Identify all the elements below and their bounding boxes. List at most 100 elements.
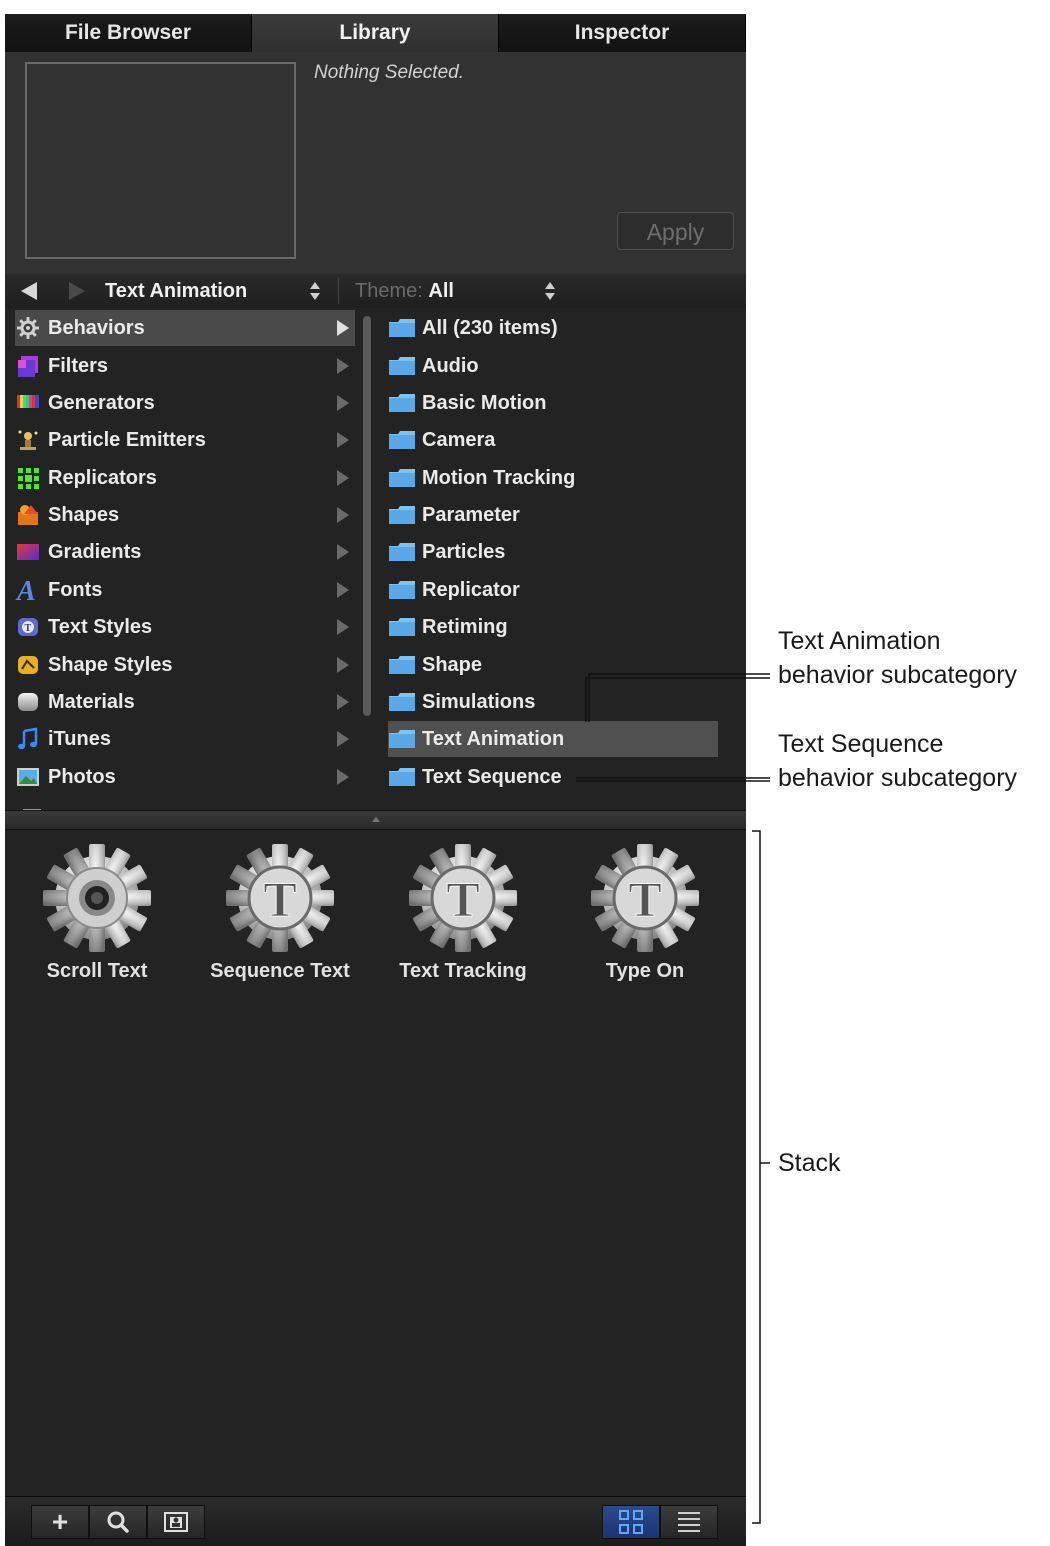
preview-toggle-button[interactable]: [147, 1505, 205, 1539]
chevron-right-icon: [336, 618, 350, 636]
category-label: Text Styles: [48, 615, 153, 638]
library-panel: File Browser Library Inspector Nothing S…: [5, 14, 746, 1546]
preview-icon: [164, 1512, 188, 1532]
category-label: Filters: [48, 354, 109, 377]
replicators-icon: [15, 465, 41, 491]
callout-stack: Stack: [778, 1149, 841, 1177]
chevron-right-icon: [336, 357, 350, 375]
subcategory-list: All (230 items) Audio Basic Motion Camer…: [383, 308, 746, 810]
subcategory-item[interactable]: Motion Tracking: [388, 460, 718, 496]
chevron-right-icon: [336, 581, 350, 599]
subcategory-item[interactable]: Text Sequence: [388, 759, 718, 795]
stack-item-text-tracking[interactable]: T Text Tracking: [371, 842, 555, 983]
category-replicators[interactable]: Replicators: [15, 460, 355, 496]
subcategory-label: All (230 items): [422, 316, 558, 339]
split-divider[interactable]: [5, 810, 746, 830]
category-label: Generators: [48, 391, 155, 414]
subcategory-label: Shape: [422, 653, 483, 676]
category-filters[interactable]: Filters: [15, 348, 355, 384]
category-shape-styles[interactable]: Shape Styles: [15, 647, 355, 683]
folder-icon: [389, 768, 415, 786]
photos-icon: [15, 764, 41, 790]
subcategory-item[interactable]: Replicator: [388, 572, 718, 608]
folder-icon: [389, 656, 415, 674]
list-view-icon: [678, 1512, 700, 1532]
subcategory-item[interactable]: Audio: [388, 348, 718, 384]
stack-item-sequence-text[interactable]: T Sequence Text: [188, 842, 372, 983]
back-arrow-icon[interactable]: [19, 280, 39, 302]
category-text-styles[interactable]: T Text Styles: [15, 609, 355, 645]
category-materials[interactable]: Materials: [15, 684, 355, 720]
category-label: Materials: [48, 690, 135, 713]
category-scrollbar[interactable]: [363, 316, 371, 716]
text-styles-icon: T: [15, 614, 41, 640]
theme-popup[interactable]: Theme: All: [355, 274, 454, 308]
category-label: Fonts: [48, 578, 103, 601]
svg-text:T: T: [25, 623, 32, 634]
category-behaviors[interactable]: Behaviors: [15, 310, 355, 346]
chevron-right-icon: [336, 506, 350, 524]
folder-icon: [389, 581, 415, 599]
callout-text-sequence: Text Sequence behavior subcategory: [778, 727, 1017, 795]
category-itunes[interactable]: iTunes: [15, 721, 355, 757]
category-popup[interactable]: Text Animation: [105, 274, 247, 308]
stack-item-label: Sequence Text: [210, 960, 350, 982]
folder-icon: [389, 618, 415, 636]
grip-icon: [372, 817, 380, 822]
category-photos[interactable]: Photos: [15, 759, 355, 795]
folder-icon: [389, 506, 415, 524]
stack: Scroll Text T Sequence Text T Text Track…: [5, 830, 746, 1496]
list-view-button[interactable]: [660, 1505, 718, 1539]
theme-label: Theme:: [355, 280, 423, 302]
folder-icon: [389, 693, 415, 711]
subcategory-item[interactable]: Particles: [388, 534, 718, 570]
filters-icon: [15, 353, 41, 379]
svg-text:T: T: [446, 871, 479, 927]
category-particle-emitters[interactable]: Particle Emitters: [15, 422, 355, 458]
folder-icon: [389, 357, 415, 375]
stack-item-type-on[interactable]: T Type On: [553, 842, 737, 983]
chevron-right-icon: [336, 431, 350, 449]
tab-inspector[interactable]: Inspector: [499, 14, 746, 52]
search-button[interactable]: [89, 1505, 147, 1539]
stack-item-scroll-text[interactable]: Scroll Text: [5, 842, 189, 983]
chevron-right-icon: [336, 768, 350, 786]
tab-file-browser[interactable]: File Browser: [5, 14, 252, 52]
tab-library[interactable]: Library: [252, 14, 499, 52]
subcategory-item[interactable]: Retiming: [388, 609, 718, 645]
subcategory-item[interactable]: Basic Motion: [388, 385, 718, 421]
subcategory-item[interactable]: All (230 items): [388, 310, 718, 346]
subcategory-item[interactable]: Camera: [388, 422, 718, 458]
grid-view-button[interactable]: [602, 1505, 660, 1539]
category-updown-icon: [309, 281, 321, 301]
subcategory-item-selected[interactable]: Text Animation: [388, 721, 718, 757]
chevron-right-icon: [336, 730, 350, 748]
category-generators[interactable]: Generators: [15, 385, 355, 421]
category-fonts[interactable]: A Fonts: [15, 572, 355, 608]
category-label: Behaviors: [48, 316, 145, 339]
subcategory-item[interactable]: Shape: [388, 647, 718, 683]
grid-view-icon: [619, 1510, 643, 1534]
shapes-icon: [15, 502, 41, 528]
search-icon: [107, 1511, 129, 1533]
callout-subtitle: behavior subcategory: [778, 764, 1018, 792]
category-gradients[interactable]: Gradients: [15, 534, 355, 570]
chevron-right-icon: [336, 656, 350, 674]
category-shapes[interactable]: Shapes: [15, 497, 355, 533]
navigation-bar: Text Animation Theme: All: [5, 274, 746, 309]
plus-icon: +: [51, 1506, 69, 1537]
text-gear-icon: T: [591, 844, 699, 952]
subcategory-item[interactable]: Parameter: [388, 497, 718, 533]
subcategory-item[interactable]: Simulations: [388, 684, 718, 720]
gradients-icon: [15, 539, 41, 565]
chevron-right-icon: [336, 543, 350, 561]
subcategory-label: Text Sequence: [422, 765, 562, 788]
subcategory-label: Retiming: [422, 615, 508, 638]
apply-button[interactable]: Apply: [617, 212, 734, 250]
category-label: Gradients: [48, 540, 142, 563]
bottom-toolbar: +: [5, 1496, 746, 1546]
add-button[interactable]: +: [31, 1505, 89, 1539]
subcategory-label: Parameter: [422, 503, 520, 526]
category-label: Shape Styles: [48, 653, 173, 676]
forward-arrow-icon[interactable]: [67, 280, 87, 302]
